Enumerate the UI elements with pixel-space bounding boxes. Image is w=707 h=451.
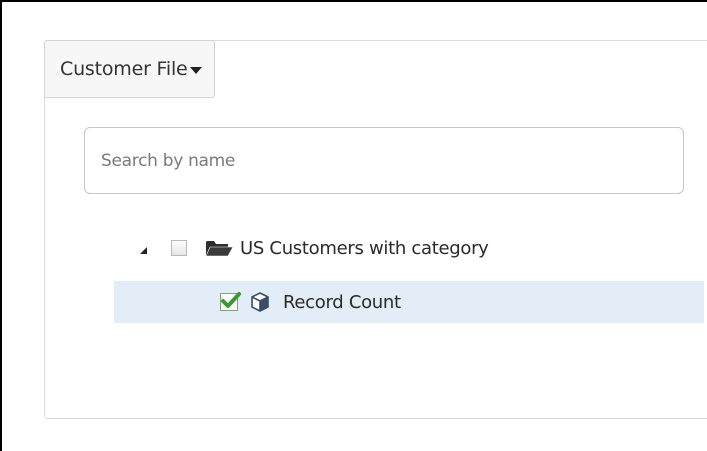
folder-open-icon xyxy=(204,238,234,258)
customer-file-label: Customer File xyxy=(60,58,188,80)
customer-file-dropdown-button[interactable]: Customer File xyxy=(44,40,215,98)
cube-icon xyxy=(251,292,269,312)
search-input[interactable] xyxy=(84,127,684,194)
tree-item-checkbox-checked[interactable] xyxy=(220,292,241,311)
tree-item-record-count[interactable]: Record Count xyxy=(114,281,704,323)
tree-item-us-customers[interactable]: US Customers with category xyxy=(140,230,700,266)
tree-item-label: Record Count xyxy=(283,291,401,313)
caret-down-icon xyxy=(189,66,202,74)
expand-collapse-icon[interactable] xyxy=(140,246,147,254)
tree-item-label: US Customers with category xyxy=(240,237,489,259)
tree-item-checkbox[interactable] xyxy=(171,240,187,256)
